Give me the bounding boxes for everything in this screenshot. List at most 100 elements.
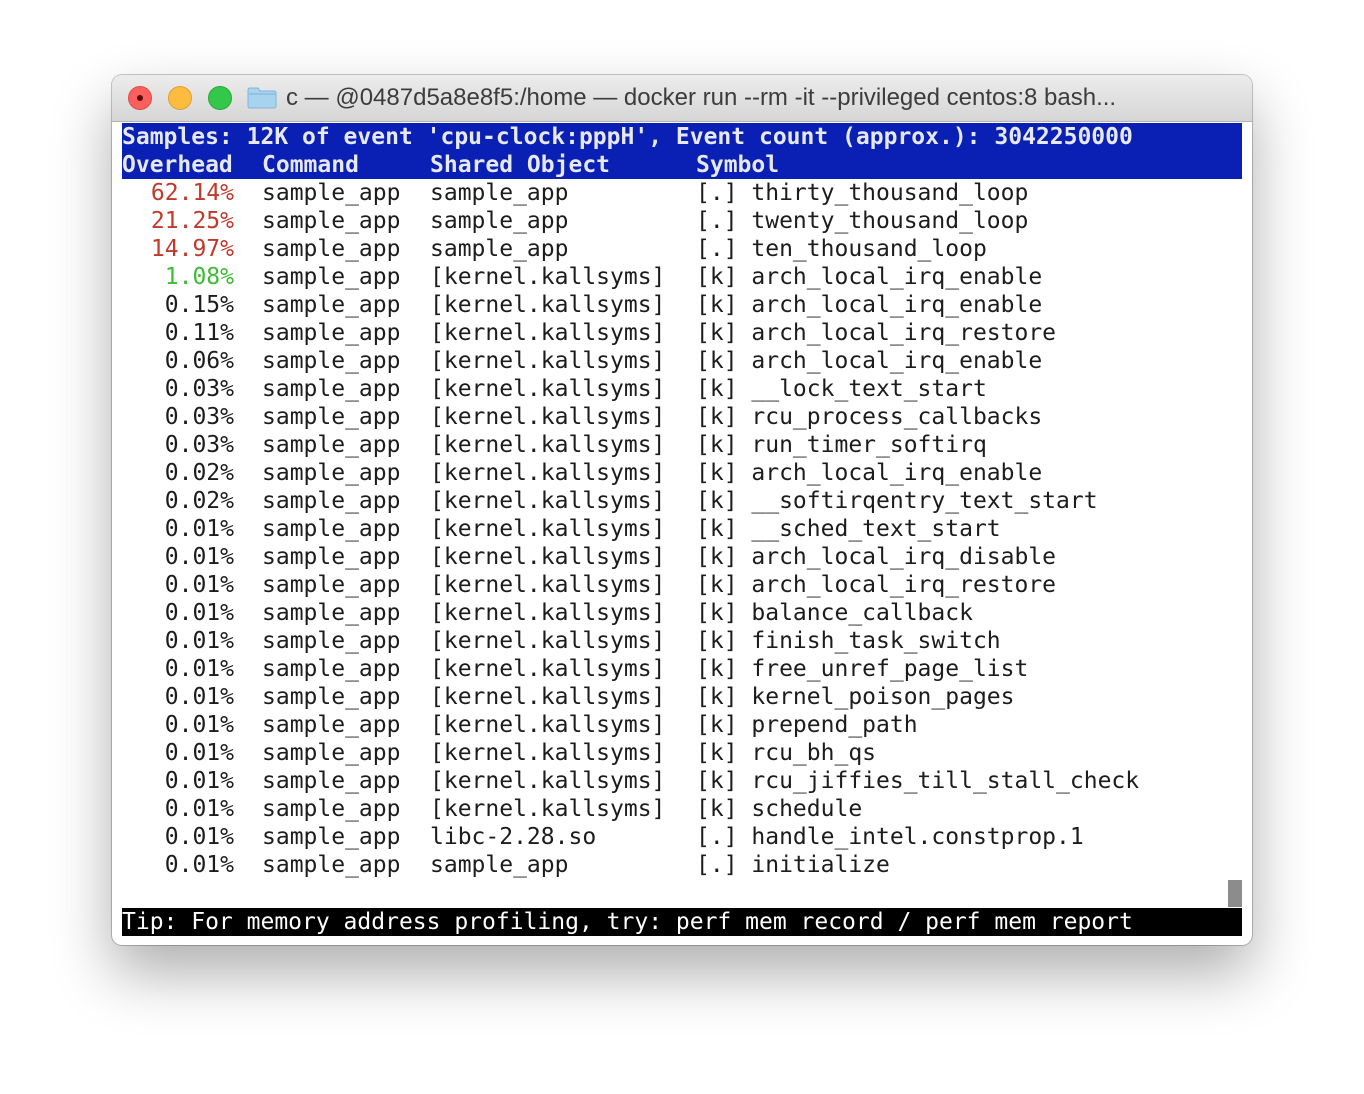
samples-summary-line: Samples: 12K of event 'cpu-clock:pppH', … <box>122 123 1242 151</box>
shared-object-cell: [kernel.kallsyms] <box>430 628 666 654</box>
tip-bar: Tip: For memory address profiling, try: … <box>122 908 1242 936</box>
shared-object-cell: [kernel.kallsyms] <box>430 684 666 710</box>
symbol-cell: [k] __softirqentry_text_start <box>696 488 1098 514</box>
overhead-cell: 1.08% <box>164 264 234 290</box>
table-row[interactable]: 0.01% sample_app [kernel.kallsyms] [k] kern… <box>122 683 1242 711</box>
shared-object-cell: libc-2.28.so <box>430 824 597 850</box>
overhead-cell: 14.97% <box>150 236 234 262</box>
table-row[interactable]: 0.11% sample_app [kernel.kallsyms] [k] arch… <box>122 319 1242 347</box>
table-row[interactable]: 0.01% sample_app [kernel.kallsyms] [k] rcu_… <box>122 767 1242 795</box>
table-row[interactable]: 0.01% sample_app [kernel.kallsyms] [k] __sc… <box>122 515 1242 543</box>
table-row[interactable]: 0.15% sample_app [kernel.kallsyms] [k] arch… <box>122 291 1242 319</box>
table-row[interactable]: 0.01% sample_app libc-2.28.so [.] handle_in… <box>122 823 1242 851</box>
table-row[interactable]: 0.02% sample_app [kernel.kallsyms] [k] arch… <box>122 459 1242 487</box>
table-row[interactable]: 0.03% sample_app [kernel.kallsyms] [k] rcu_… <box>122 403 1242 431</box>
command-cell: sample_app <box>262 264 401 290</box>
symbol-cell: [k] arch_local_irq_enable <box>696 348 1043 374</box>
table-row[interactable]: 0.01% sample_app [kernel.kallsyms] [k] arch… <box>122 571 1242 599</box>
table-row[interactable]: 62.14% sample_app sample_app [.] thirty_tho… <box>122 179 1242 207</box>
symbol-cell: [k] __sched_text_start <box>696 516 1001 542</box>
command-cell: sample_app <box>262 348 401 374</box>
command-column-header[interactable]: Command <box>262 151 359 179</box>
symbol-cell: [k] arch_local_irq_enable <box>696 264 1043 290</box>
command-cell: sample_app <box>262 180 401 206</box>
shared-object-cell: [kernel.kallsyms] <box>430 544 666 570</box>
overhead-cell: 0.01% <box>164 600 234 626</box>
table-row[interactable]: 0.03% sample_app [kernel.kallsyms] [k] __lo… <box>122 375 1242 403</box>
symbol-cell: [k] finish_task_switch <box>696 628 1001 654</box>
shared-object-cell: [kernel.kallsyms] <box>430 740 666 766</box>
zoom-button[interactable] <box>208 86 232 110</box>
overhead-cell: 21.25% <box>150 208 234 234</box>
command-cell: sample_app <box>262 292 401 318</box>
table-row[interactable]: 0.06% sample_app [kernel.kallsyms] [k] arch… <box>122 347 1242 375</box>
table-row[interactable]: 0.01% sample_app [kernel.kallsyms] [k] prep… <box>122 711 1242 739</box>
overhead-cell: 0.01% <box>164 768 234 794</box>
scrollbar-thumb[interactable] <box>1228 880 1242 907</box>
command-cell: sample_app <box>262 432 401 458</box>
symbol-cell: [.] handle_intel.constprop.1 <box>696 824 1084 850</box>
overhead-cell: 0.01% <box>164 796 234 822</box>
shared-object-cell: sample_app <box>430 236 569 262</box>
overhead-cell: 62.14% <box>150 180 234 206</box>
command-cell: sample_app <box>262 376 401 402</box>
table-row[interactable]: 0.01% sample_app sample_app [.] initialize <box>122 851 1242 879</box>
terminal-window: c — @0487d5a8e8f5:/home — docker run --r… <box>112 75 1252 945</box>
overhead-cell: 0.06% <box>164 348 234 374</box>
table-row[interactable]: 0.01% sample_app [kernel.kallsyms] [k] free… <box>122 655 1242 683</box>
shared-object-cell: [kernel.kallsyms] <box>430 712 666 738</box>
overhead-cell: 0.01% <box>164 656 234 682</box>
shared-object-cell: [kernel.kallsyms] <box>430 320 666 346</box>
command-cell: sample_app <box>262 628 401 654</box>
shared-object-cell: sample_app <box>430 852 569 878</box>
close-button[interactable] <box>128 86 152 110</box>
symbol-cell: [k] __lock_text_start <box>696 376 987 402</box>
shared-object-cell: sample_app <box>430 208 569 234</box>
overhead-cell: 0.15% <box>164 292 234 318</box>
overhead-cell: 0.01% <box>164 572 234 598</box>
table-row[interactable]: 21.25% sample_app sample_app [.] twenty_tho… <box>122 207 1242 235</box>
folder-icon <box>247 87 277 109</box>
command-cell: sample_app <box>262 600 401 626</box>
shared-object-cell: [kernel.kallsyms] <box>430 376 666 402</box>
symbol-cell: [k] arch_local_irq_restore <box>696 572 1057 598</box>
title-bar[interactable]: c — @0487d5a8e8f5:/home — docker run --r… <box>112 75 1252 122</box>
table-row[interactable]: 0.03% sample_app [kernel.kallsyms] [k] run_… <box>122 431 1242 459</box>
minimize-button[interactable] <box>168 86 192 110</box>
symbol-column-header[interactable]: Symbol <box>696 151 779 179</box>
command-cell: sample_app <box>262 852 401 878</box>
window-title: c — @0487d5a8e8f5:/home — docker run --r… <box>286 84 1117 111</box>
command-cell: sample_app <box>262 572 401 598</box>
symbol-cell: [.] initialize <box>696 852 890 878</box>
column-header-row: Overhead Command Shared Object Symbol <box>122 151 1242 179</box>
command-cell: sample_app <box>262 740 401 766</box>
command-cell: sample_app <box>262 684 401 710</box>
shared-object-cell: [kernel.kallsyms] <box>430 292 666 318</box>
table-row[interactable]: 1.08% sample_app [kernel.kallsyms] [k] arch… <box>122 263 1242 291</box>
shared-object-cell: [kernel.kallsyms] <box>430 516 666 542</box>
table-row[interactable]: 0.01% sample_app [kernel.kallsyms] [k] fini… <box>122 627 1242 655</box>
symbol-cell: [k] rcu_process_callbacks <box>696 404 1043 430</box>
table-row[interactable]: 0.01% sample_app [kernel.kallsyms] [k] arch… <box>122 543 1242 571</box>
table-row[interactable]: 0.01% sample_app [kernel.kallsyms] [k] sche… <box>122 795 1242 823</box>
command-cell: sample_app <box>262 824 401 850</box>
shared-object-cell: [kernel.kallsyms] <box>430 348 666 374</box>
table-row[interactable]: 0.02% sample_app [kernel.kallsyms] [k] __so… <box>122 487 1242 515</box>
shared-object-cell: [kernel.kallsyms] <box>430 264 666 290</box>
command-cell: sample_app <box>262 488 401 514</box>
shared-object-cell: sample_app <box>430 180 569 206</box>
shared-object-cell: [kernel.kallsyms] <box>430 404 666 430</box>
table-row[interactable]: 0.01% sample_app [kernel.kallsyms] [k] rcu_… <box>122 739 1242 767</box>
shared-object-column-header[interactable]: Shared Object <box>430 151 610 179</box>
shared-object-cell: [kernel.kallsyms] <box>430 432 666 458</box>
command-cell: sample_app <box>262 516 401 542</box>
shared-object-cell: [kernel.kallsyms] <box>430 796 666 822</box>
symbol-cell: [k] arch_local_irq_disable <box>696 544 1057 570</box>
shared-object-cell: [kernel.kallsyms] <box>430 572 666 598</box>
overhead-column-header[interactable]: Overhead <box>122 151 233 179</box>
symbol-cell: [k] arch_local_irq_restore <box>696 320 1057 346</box>
table-row[interactable]: 0.01% sample_app [kernel.kallsyms] [k] bala… <box>122 599 1242 627</box>
table-row[interactable]: 14.97% sample_app sample_app [.] ten_thousa… <box>122 235 1242 263</box>
command-cell: sample_app <box>262 460 401 486</box>
terminal-content[interactable]: Samples: 12K of event 'cpu-clock:pppH', … <box>122 123 1242 938</box>
